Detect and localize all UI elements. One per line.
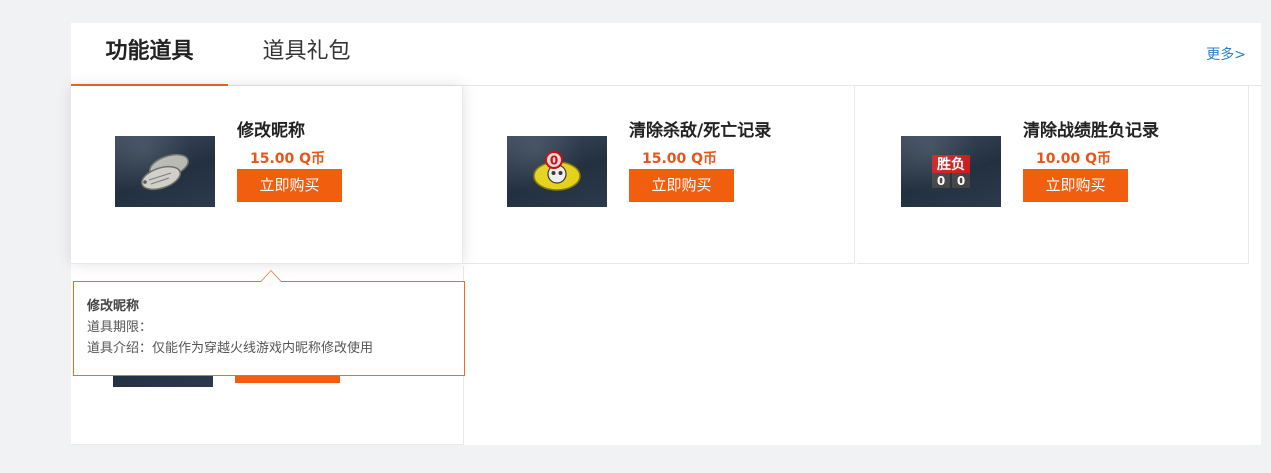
product-card-rename[interactable]: 修改昵称 15.00 Q币 立即购买 xyxy=(71,86,463,264)
tooltip-intro-text: 仅能作为穿越火线游戏内昵称修改使用 xyxy=(152,341,374,356)
dog-tag-icon xyxy=(115,136,215,207)
product-title: 清除战绩胜负记录 xyxy=(1023,121,1159,141)
buy-now-button[interactable]: 立即购买 xyxy=(629,169,734,202)
product-title: 清除杀敌/死亡记录 xyxy=(629,121,772,141)
tooltip-title: 修改昵称 xyxy=(87,299,140,314)
product-card-reset-kd[interactable]: 0 清除杀敌/死亡记录 15.00 Q币 立即购买 xyxy=(463,86,855,264)
win-loss-label: 胜负 xyxy=(937,156,965,173)
win-digit: 0 xyxy=(937,174,945,188)
product-price: 15.00 Q币 xyxy=(642,151,718,167)
more-link[interactable]: 更多> xyxy=(1206,44,1246,64)
tab-functional-items[interactable]: 功能道具 xyxy=(71,23,228,86)
product-price: 10.00 Q币 xyxy=(1036,151,1112,167)
reset-kd-icon: 0 xyxy=(507,136,607,207)
buy-now-button[interactable]: 立即购买 xyxy=(1023,169,1128,202)
product-card-reset-win-loss[interactable]: 胜负 0 0 清除战绩胜负记录 10.00 Q币 立即购买 xyxy=(857,86,1249,264)
win-loss-icon: 胜负 0 0 xyxy=(901,136,1001,207)
tab-bar: 功能道具 道具礼包 更多> xyxy=(71,23,1261,86)
product-title: 修改昵称 xyxy=(237,121,305,141)
tooltip-arrow xyxy=(260,270,282,282)
loss-digit: 0 xyxy=(957,174,965,188)
kd-icon-digit: 0 xyxy=(550,154,558,168)
tooltip-period-label: 道具期限： xyxy=(87,320,153,335)
product-price: 15.00 Q币 xyxy=(250,151,326,167)
tooltip-intro-label: 道具介绍： xyxy=(87,341,153,356)
buy-now-button[interactable]: 立即购买 xyxy=(237,169,342,202)
tooltip-period: 道具期限： xyxy=(87,317,464,338)
tooltip-intro: 道具介绍：仅能作为穿越火线游戏内昵称修改使用 xyxy=(87,338,464,359)
item-tooltip: 修改昵称 道具期限： 道具介绍：仅能作为穿越火线游戏内昵称修改使用 xyxy=(73,270,465,376)
tab-item-packs[interactable]: 道具礼包 xyxy=(228,23,385,85)
shop-panel: 功能道具 道具礼包 更多> 修改昵称 15.00 Q币 立即购买 0 清除杀敌/… xyxy=(71,23,1261,445)
